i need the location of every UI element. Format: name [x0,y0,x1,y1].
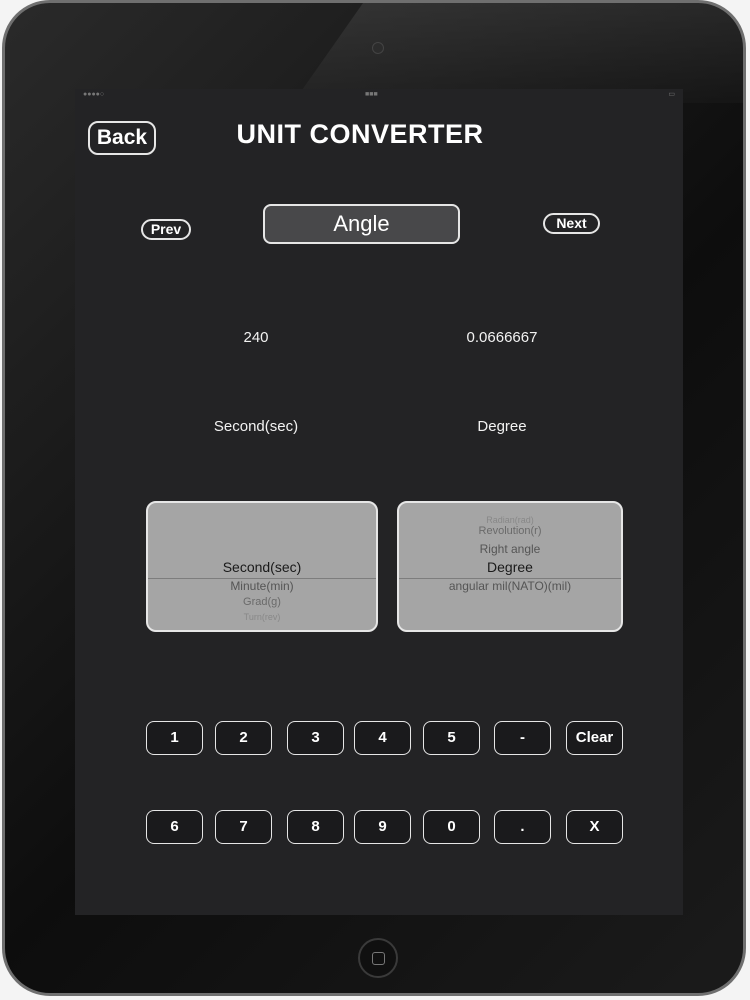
picker-item[interactable]: Minute(min) [148,579,376,593]
home-square-icon [372,952,385,965]
key-minus[interactable]: - [494,721,551,755]
picker-item[interactable]: angular mil(NATO)(mil) [399,579,621,593]
back-button[interactable]: Back [88,121,156,155]
battery-icon: ▭ [668,91,675,98]
to-unit-label: Degree [477,418,527,435]
picker-item[interactable]: Revolution(r) [399,525,621,537]
output-value: 0.0666667 [466,329,538,346]
ipad-device-frame: ●●●●○ ■■■ ▭ Back UNIT CONVERTER Prev Ang… [2,0,746,996]
status-bar: ●●●●○ ■■■ ▭ [75,89,683,101]
clock-indicator: ■■■ [365,91,378,98]
to-unit-picker[interactable]: Radian(rad) Revolution(r) Right angle De… [397,501,623,632]
key-7[interactable]: 7 [215,810,272,844]
backspace-button[interactable]: X [566,810,623,844]
key-2[interactable]: 2 [215,721,272,755]
key-3[interactable]: 3 [287,721,344,755]
page-title: UNIT CONVERTER [236,119,484,149]
picker-selected-item[interactable]: Degree [399,559,621,575]
home-button[interactable] [358,938,398,978]
from-unit-label: Second(sec) [213,418,299,435]
glass-reflection [292,3,743,103]
camera-icon [372,42,384,54]
next-button[interactable]: Next [543,213,600,234]
key-4[interactable]: 4 [354,721,411,755]
app-screen: ●●●●○ ■■■ ▭ Back UNIT CONVERTER Prev Ang… [75,89,683,915]
key-9[interactable]: 9 [354,810,411,844]
input-value: 240 [243,329,269,346]
from-unit-picker[interactable]: Second(sec) Minute(min) Grad(g) Turn(rev… [146,501,378,632]
picker-item[interactable]: Radian(rad) [399,515,621,525]
key-1[interactable]: 1 [146,721,203,755]
clear-button[interactable]: Clear [566,721,623,755]
key-0[interactable]: 0 [423,810,480,844]
key-decimal[interactable]: . [494,810,551,844]
key-5[interactable]: 5 [423,721,480,755]
carrier-indicator: ●●●●○ [83,91,105,98]
category-selector[interactable]: Angle [263,204,460,244]
key-8[interactable]: 8 [287,810,344,844]
prev-button[interactable]: Prev [141,219,191,240]
picker-item[interactable]: Grad(g) [148,596,376,608]
picker-item[interactable]: Turn(rev) [148,612,376,622]
picker-selected-item[interactable]: Second(sec) [148,559,376,575]
key-6[interactable]: 6 [146,810,203,844]
picker-item[interactable]: Right angle [399,542,621,556]
